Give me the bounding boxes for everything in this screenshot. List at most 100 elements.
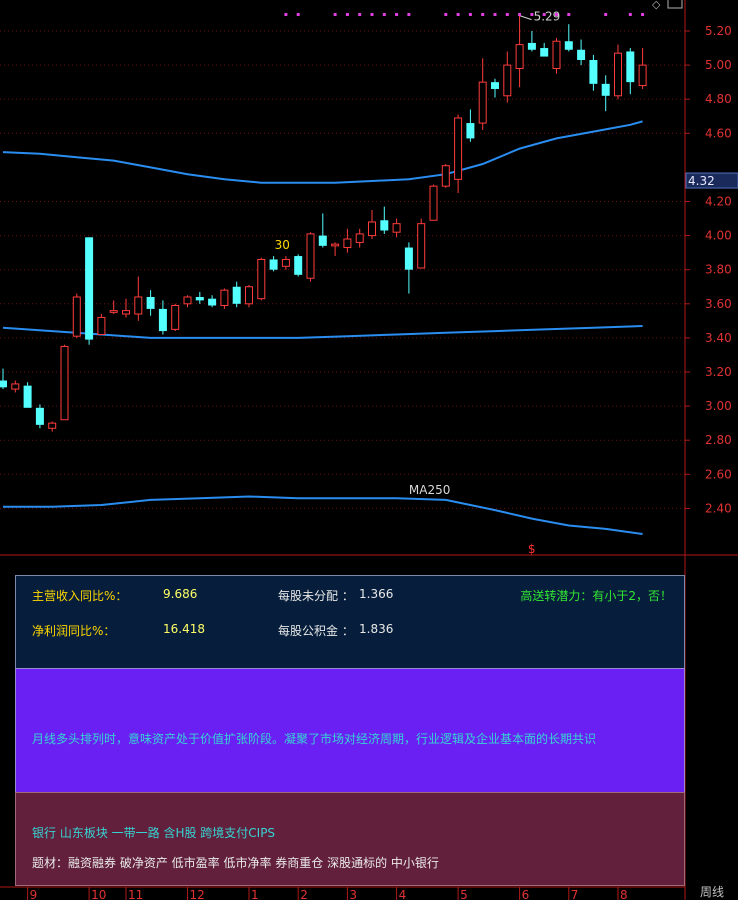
x-tick-label: 5 xyxy=(460,888,468,900)
candle-body xyxy=(527,42,536,50)
candle-body xyxy=(48,422,57,429)
y-tick-label: 5.00 xyxy=(705,58,732,72)
candle-body xyxy=(441,165,450,187)
y-tick-label: 2.40 xyxy=(705,501,732,515)
y-tick-label: 3.00 xyxy=(705,399,732,413)
candle-body xyxy=(626,51,635,83)
candle-body xyxy=(429,185,438,221)
top-marker xyxy=(284,13,288,16)
ma250-label: MA250 xyxy=(409,483,450,497)
candle-body xyxy=(454,117,463,180)
candle-body xyxy=(23,385,32,408)
y-tick-label: 3.60 xyxy=(705,297,732,311)
y-tick-label: 5.20 xyxy=(705,24,732,38)
x-tick-label: 4 xyxy=(399,888,407,900)
candle-body xyxy=(589,59,598,84)
top-marker xyxy=(641,13,645,16)
reserve-value: 1.836 xyxy=(359,622,394,636)
top-marker xyxy=(481,13,485,16)
x-tick-label: 9 xyxy=(30,888,38,900)
candle-body xyxy=(552,40,561,70)
candle-body xyxy=(318,235,327,246)
revenue-growth-label: 主营收入同比%： xyxy=(32,589,128,603)
candle-body xyxy=(232,286,241,304)
top-marker xyxy=(358,13,362,16)
top-marker xyxy=(542,13,546,16)
candle-body xyxy=(343,238,352,249)
candle-body xyxy=(183,296,192,305)
candle-body xyxy=(478,81,487,124)
candle-body xyxy=(72,296,81,337)
y-tick-label: 2.60 xyxy=(705,467,732,481)
candle-body xyxy=(158,308,167,332)
high-label: 5.29 xyxy=(534,10,561,24)
x-tick-label: 10 xyxy=(91,888,106,900)
concept-text: 月线多头排列时，意味资产处于价值扩张阶段。凝聚了市场对经济周期，行业逻辑及企业基… xyxy=(32,732,597,746)
candle-body xyxy=(269,259,278,270)
tags-panel: 银行 山东板块 一带一路 含H股 跨境支付CIPS 题材：融资融券 破净资产 低… xyxy=(15,792,685,886)
y-tick-label: 3.20 xyxy=(705,365,732,379)
candle-body xyxy=(601,83,610,96)
candle-body xyxy=(97,316,106,335)
candle-body xyxy=(195,296,204,301)
candle-body xyxy=(60,345,69,421)
top-marker xyxy=(345,13,349,16)
top-marker xyxy=(468,13,472,16)
candle-body xyxy=(0,380,7,388)
top-marker xyxy=(370,13,374,16)
candle-body xyxy=(35,407,44,425)
candle-body xyxy=(331,243,340,247)
y-tick-label: 3.40 xyxy=(705,331,732,345)
crosshair-price-label: 4.32 xyxy=(688,174,715,188)
y-tick-label: 4.80 xyxy=(705,92,732,106)
x-tick-label: 3 xyxy=(349,888,357,900)
candle-body xyxy=(564,41,573,50)
profit-growth-value: 16.418 xyxy=(163,622,205,636)
mid-marker-label: 30 xyxy=(275,238,290,252)
candle-body xyxy=(134,296,143,315)
candle-body xyxy=(11,383,20,390)
ma-upper-line xyxy=(2,120,643,184)
x-tick-label: 1 xyxy=(251,888,259,900)
x-tick-label: 12 xyxy=(190,888,205,900)
ma-lower-line xyxy=(3,495,643,535)
concept-panel: 月线多头排列时，意味资产处于价值扩张阶段。凝聚了市场对经济周期，行业逻辑及企业基… xyxy=(15,668,685,793)
undistributed-value: 1.366 xyxy=(359,587,394,601)
candle-body xyxy=(491,82,499,89)
top-marker xyxy=(407,13,411,16)
candle-body xyxy=(146,296,155,309)
candle-body xyxy=(392,223,401,233)
diamond-icon: ◇ xyxy=(652,0,661,11)
x-tick-label: 2 xyxy=(300,888,308,900)
candle-body xyxy=(208,298,217,306)
candle-body xyxy=(109,310,118,313)
sector-tags: 银行 山东板块 一带一路 含H股 跨境支付CIPS xyxy=(32,826,276,840)
y-tick-label: 4.00 xyxy=(705,229,732,243)
y-tick-label: 3.80 xyxy=(705,263,732,277)
financial-panel: 主营收入同比%： 9.686 每股未分配 ： 1.366 高送转潜力：有小于2，… xyxy=(15,575,685,669)
candle-body xyxy=(294,256,303,275)
top-marker xyxy=(567,13,571,16)
top-marker xyxy=(296,13,300,16)
reserve-label: 每股公积金 ： xyxy=(278,624,354,638)
top-marker xyxy=(493,13,497,16)
candle-body xyxy=(306,233,315,279)
x-tick-label: 8 xyxy=(620,888,628,900)
top-marker xyxy=(518,13,522,16)
x-tick-label: 11 xyxy=(128,888,143,900)
y-tick-label: 4.60 xyxy=(705,126,732,140)
candle-body xyxy=(638,64,647,87)
candle-body xyxy=(257,258,266,300)
candle-body xyxy=(577,49,586,60)
candle-body xyxy=(171,305,180,330)
candle-body xyxy=(245,286,253,305)
top-marker xyxy=(628,13,632,16)
candle-body xyxy=(404,247,413,270)
period-weekly-button[interactable]: 周线 xyxy=(686,885,738,900)
high-pointer xyxy=(519,15,532,21)
theme-tags: 题材：融资融券 破净资产 低市盈率 低市净率 券商重仓 深股通标的 中小银行 xyxy=(32,856,439,870)
undistributed-label: 每股未分配 ： xyxy=(278,589,354,603)
top-marker xyxy=(333,13,337,16)
panel-toggle-icon xyxy=(667,0,683,9)
y-tick-label: 2.80 xyxy=(705,433,732,447)
